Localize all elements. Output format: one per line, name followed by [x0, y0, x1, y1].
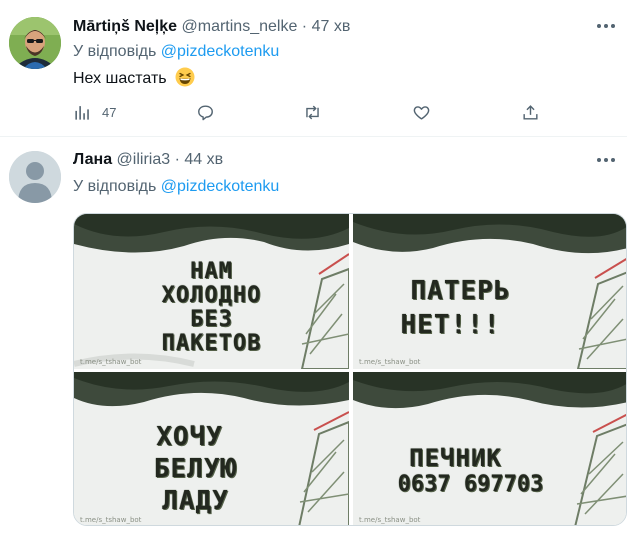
media-image[interactable]: ХОЧУ БЕЛУЮ ЛАДУ t.me/s_tshaw_bot	[74, 372, 349, 525]
media-grid[interactable]: НАМ ХОЛОДНО БЕЗ ПАКЕТОВ t.me/s_tshaw_bot…	[73, 213, 627, 526]
meme-text-line: ЛАДУ	[162, 486, 229, 516]
user-handle[interactable]: @martins_nelke	[182, 18, 298, 35]
media-image[interactable]: ПЕЧНИК 0637 697703 t.me/s_tshaw_bot	[353, 372, 626, 525]
tweet-actions: 47	[73, 99, 553, 125]
timestamp[interactable]: 47 хв	[312, 18, 351, 35]
mention-link[interactable]: @pizdeckotenku	[161, 43, 280, 60]
timestamp[interactable]: 44 хв	[184, 151, 223, 168]
meme-text-line: БЕЗ	[190, 307, 233, 332]
meme-text-line: БЕЛУЮ	[153, 454, 238, 484]
heart-icon	[413, 105, 430, 120]
grinning-squinting-face-icon	[175, 67, 195, 87]
meme-text-line: 0637 697703	[397, 472, 544, 497]
replying-to: У відповідь @pizdeckotenku	[73, 42, 279, 62]
avatar[interactable]	[9, 17, 61, 69]
more-options-icon[interactable]	[597, 24, 615, 30]
share-action[interactable]	[521, 99, 540, 125]
display-name[interactable]: Mārtiņš Neļķe	[73, 18, 177, 35]
reply-icon	[198, 104, 213, 120]
tweet-text: Нех шастать	[73, 67, 195, 90]
user-photo	[9, 17, 61, 69]
meme-text-line: ПЕЧНИК	[409, 444, 502, 472]
tweet[interactable]: Mārtiņš Neļķe @martins_nelke · 47 хв У в…	[0, 0, 627, 137]
retweet-icon	[306, 105, 319, 119]
meme-text-line: НЕТ!!!	[400, 310, 501, 340]
meme-text-line: ХОЧУ	[156, 422, 223, 452]
separator-dot: ·	[301, 18, 308, 35]
reply-prefix: У відповідь	[73, 178, 157, 195]
views-count: 47	[102, 104, 117, 120]
tweet-header: Mārtiņš Neļķe @martins_nelke · 47 хв	[73, 17, 350, 37]
reply-prefix: У відповідь	[73, 43, 157, 60]
watermark: t.me/s_tshaw_bot	[359, 358, 421, 366]
tweet-text-content: Нех шастать	[73, 70, 167, 87]
analytics-icon	[75, 105, 89, 120]
meme-text-line: НАМ	[190, 259, 233, 284]
separator-dot: ·	[174, 151, 180, 168]
watermark: t.me/s_tshaw_bot	[80, 358, 142, 366]
tweet-header: Лана @iliria3 · 44 хв	[73, 150, 223, 170]
mention-link[interactable]: @pizdeckotenku	[161, 178, 280, 195]
views-action[interactable]: 47	[73, 99, 116, 125]
reply-action[interactable]	[196, 99, 225, 125]
replying-to: У відповідь @pizdeckotenku	[73, 177, 279, 197]
more-options-icon[interactable]	[597, 158, 615, 164]
meme-text-line: ПАКЕТОВ	[161, 331, 262, 356]
user-handle[interactable]: @iliria3	[117, 151, 171, 168]
avatar[interactable]	[9, 151, 61, 203]
media-image[interactable]: НАМ ХОЛОДНО БЕЗ ПАКЕТОВ t.me/s_tshaw_bot	[74, 214, 349, 369]
watermark: t.me/s_tshaw_bot	[359, 516, 421, 524]
default-avatar-icon	[9, 151, 61, 203]
meme-text-line: ХОЛОДНО	[161, 283, 262, 308]
meme-text-line: ПАТЕРЬ	[410, 276, 511, 306]
watermark: t.me/s_tshaw_bot	[80, 516, 142, 524]
tweet[interactable]: Лана @iliria3 · 44 хв У відповідь @pizde…	[0, 138, 627, 542]
share-icon	[523, 104, 538, 120]
like-action[interactable]	[412, 99, 441, 125]
media-image[interactable]: ПАТЕРЬ НЕТ!!! t.me/s_tshaw_bot	[353, 214, 626, 369]
display-name[interactable]: Лана	[73, 151, 112, 168]
retweet-action[interactable]	[303, 99, 332, 125]
